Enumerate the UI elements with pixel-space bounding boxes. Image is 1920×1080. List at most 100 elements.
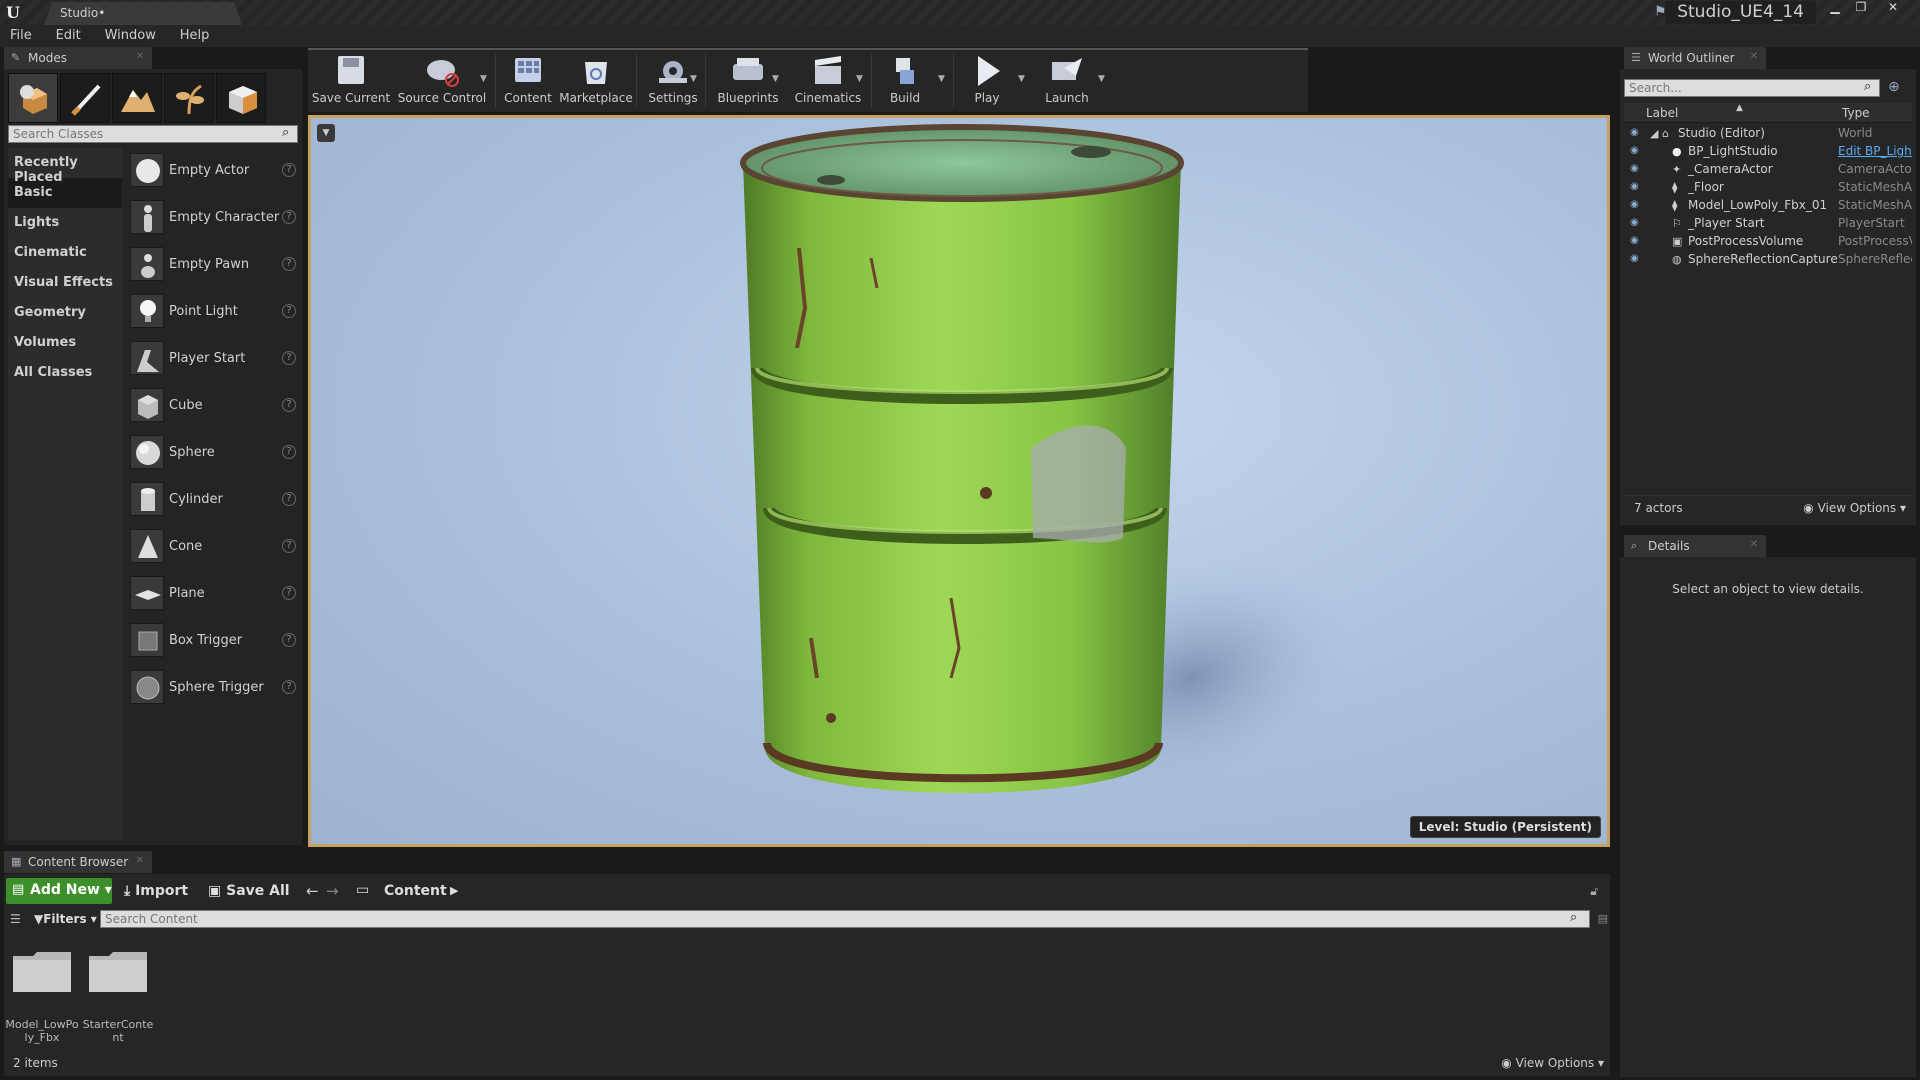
marketplace-button[interactable]: Marketplace — [558, 50, 634, 112]
list-item[interactable]: Cube ? — [126, 383, 298, 430]
list-item[interactable]: Player Start ? — [126, 336, 298, 383]
category-visual-effects[interactable]: Visual Effects — [8, 268, 122, 298]
expand-arrow-icon[interactable]: ◢ — [1650, 127, 1658, 140]
tab-world-outliner[interactable]: ☰ World Outliner ✕ — [1624, 47, 1766, 69]
paint-mode-button[interactable] — [60, 73, 110, 123]
breadcrumb[interactable]: Content — [384, 883, 447, 899]
sources-panel-icon[interactable]: ☰ — [10, 912, 21, 926]
list-item[interactable]: Cone ? — [126, 524, 298, 571]
search-content-input[interactable]: Search Content — [100, 910, 1590, 928]
tab-content-browser[interactable]: ▦ Content Browser ✕ — [4, 851, 152, 873]
dropdown-arrow-icon[interactable]: ▼ — [690, 74, 697, 84]
list-item[interactable]: Point Light ? — [126, 289, 298, 336]
dropdown-arrow-icon[interactable]: ▼ — [856, 74, 863, 84]
menu-file[interactable]: File — [0, 25, 42, 46]
category-all-classes[interactable]: All Classes — [8, 358, 122, 388]
menu-edit[interactable]: Edit — [46, 25, 91, 46]
play-button[interactable]: Play — [956, 50, 1018, 112]
level-viewport[interactable]: ▼ Level: Studio (Persistent) — [308, 115, 1610, 847]
filters-button[interactable]: ▼Filters ▾ — [34, 912, 97, 926]
table-row[interactable]: ◉ ▣ PostProcessVolume PostProcessVolume — [1624, 232, 1912, 250]
visibility-eye-icon[interactable]: ◉ — [1630, 199, 1639, 210]
category-lights[interactable]: Lights — [8, 208, 122, 238]
breadcrumb-arrow-icon[interactable]: ▶ — [450, 884, 458, 897]
visibility-eye-icon[interactable]: ◉ — [1630, 235, 1639, 246]
table-row[interactable]: ◉ ⧫ _Floor StaticMeshActor — [1624, 178, 1912, 196]
category-geometry[interactable]: Geometry — [8, 298, 122, 328]
table-row[interactable]: ◉ ◢ ⌂ Studio (Editor) World — [1624, 124, 1912, 142]
visibility-eye-icon[interactable]: ◉ — [1630, 217, 1639, 228]
close-icon[interactable]: ✕ — [1750, 51, 1758, 62]
visibility-eye-icon[interactable]: ◉ — [1630, 145, 1639, 156]
table-row[interactable]: ◉ ⧫ Model_LowPoly_Fbx_01 StaticMeshActor — [1624, 196, 1912, 214]
table-row[interactable]: ◉ ⚐ _Player Start PlayerStart — [1624, 214, 1912, 232]
category-recently-placed[interactable]: Recently Placed — [8, 148, 122, 185]
list-item[interactable]: Empty Actor ? — [126, 148, 298, 195]
help-icon[interactable]: ? — [282, 539, 296, 553]
column-label[interactable]: Label — [1646, 106, 1678, 120]
table-row[interactable]: ◉ ● BP_LightStudio Edit BP_LightStudio — [1624, 142, 1912, 160]
landscape-mode-button[interactable] — [112, 73, 162, 123]
category-cinematic[interactable]: Cinematic — [8, 238, 122, 268]
source-control-button[interactable]: Source Control — [394, 50, 490, 112]
help-icon[interactable]: ? — [282, 633, 296, 647]
help-icon[interactable]: ? — [282, 398, 296, 412]
visibility-eye-icon[interactable]: ◉ — [1630, 181, 1639, 192]
dropdown-arrow-icon[interactable]: ▼ — [772, 74, 779, 84]
dropdown-arrow-icon[interactable]: ▼ — [938, 74, 945, 84]
folder-item[interactable]: StarterContent — [80, 948, 156, 1044]
help-icon[interactable]: ? — [282, 304, 296, 318]
close-icon[interactable]: ✕ — [136, 855, 144, 866]
maximize-button[interactable]: ❐ — [1848, 0, 1874, 16]
tab-modes[interactable]: ✎ Modes ✕ — [4, 47, 152, 69]
help-icon[interactable]: ? — [282, 586, 296, 600]
help-icon[interactable]: ? — [282, 680, 296, 694]
save-search-icon[interactable]: ▤ — [1598, 912, 1608, 925]
list-item[interactable]: Plane ? — [126, 571, 298, 618]
lock-icon[interactable]: 🔓︎ — [1590, 884, 1598, 899]
foliage-mode-button[interactable] — [164, 73, 214, 123]
list-item[interactable]: Box Trigger ? — [126, 618, 298, 665]
close-icon[interactable]: ✕ — [1750, 539, 1758, 550]
add-filter-icon[interactable]: ⊕ — [1888, 79, 1900, 95]
list-item[interactable]: Empty Pawn ? — [126, 242, 298, 289]
build-button[interactable]: Build — [874, 50, 936, 112]
close-icon[interactable]: ✕ — [136, 51, 144, 62]
column-type[interactable]: Type — [1842, 106, 1870, 120]
minimize-button[interactable]: ▁ — [1822, 0, 1848, 16]
help-icon[interactable]: ? — [282, 210, 296, 224]
close-window-button[interactable]: ✕ — [1880, 0, 1906, 16]
forward-arrow-icon[interactable]: → — [326, 882, 339, 900]
tab-details[interactable]: ⌕ Details ✕ — [1624, 535, 1766, 557]
table-row[interactable]: ◉ ✦ _CameraActor CameraActor — [1624, 160, 1912, 178]
list-item[interactable]: Sphere Trigger ? — [126, 665, 298, 712]
add-new-button[interactable]: ▤ Add New ▾ — [6, 878, 112, 904]
list-item[interactable]: Cylinder ? — [126, 477, 298, 524]
help-icon[interactable]: ? — [282, 257, 296, 271]
outliner-search-input[interactable]: Search... — [1624, 79, 1880, 97]
outliner-view-options-button[interactable]: ◉ View Options ▾ — [1803, 501, 1906, 515]
category-volumes[interactable]: Volumes — [8, 328, 122, 358]
save-all-button[interactable]: ▣ Save All — [208, 883, 290, 899]
visibility-eye-icon[interactable]: ◉ — [1630, 163, 1639, 174]
list-item[interactable]: Sphere ? — [126, 430, 298, 477]
import-button[interactable]: ⤓ Import — [124, 883, 188, 899]
visibility-eye-icon[interactable]: ◉ — [1630, 127, 1639, 138]
content-button[interactable]: Content — [498, 50, 558, 112]
folder-item[interactable]: Model_LowPoly_Fbx — [4, 948, 80, 1044]
menu-window[interactable]: Window — [95, 25, 166, 46]
list-item[interactable]: Empty Character ? — [126, 195, 298, 242]
menu-help[interactable]: Help — [170, 25, 220, 46]
help-icon[interactable]: ? — [282, 163, 296, 177]
search-classes-input[interactable]: Search Classes — [8, 125, 298, 143]
place-mode-button[interactable] — [8, 73, 58, 123]
dropdown-arrow-icon[interactable]: ▼ — [1018, 74, 1025, 84]
dropdown-arrow-icon[interactable]: ▼ — [1098, 74, 1105, 84]
sort-ascending-icon[interactable]: ▲ — [1736, 103, 1743, 113]
table-row[interactable]: ◉ ◍ SphereReflectionCapture SphereReflec… — [1624, 250, 1912, 268]
help-icon[interactable]: ? — [282, 445, 296, 459]
content-view-options-button[interactable]: ◉ View Options ▾ — [1501, 1056, 1604, 1070]
dropdown-arrow-icon[interactable]: ▼ — [480, 74, 487, 84]
save-current-button[interactable]: Save Current — [308, 50, 394, 112]
visibility-eye-icon[interactable]: ◉ — [1630, 253, 1639, 264]
